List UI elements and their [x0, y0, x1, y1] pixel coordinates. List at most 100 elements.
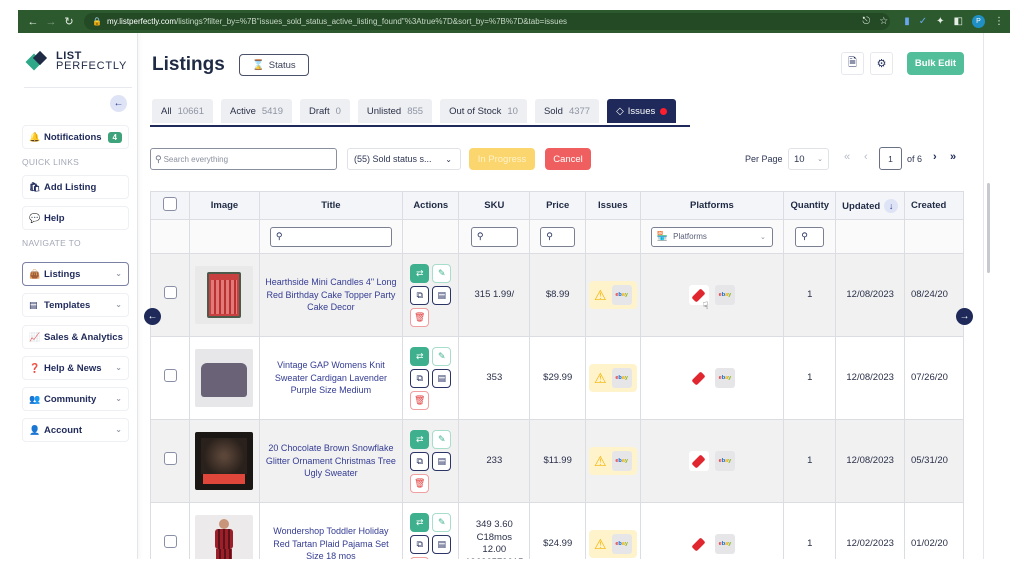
extensions-puzzle-icon[interactable]: ✦ [936, 16, 944, 27]
scroll-right-button[interactable]: → [956, 308, 973, 325]
back-icon[interactable]: ← [24, 16, 42, 28]
sold-tag-icon[interactable] [688, 534, 709, 554]
title-filter-input[interactable]: ⚲ [269, 226, 392, 247]
listing-thumbnail[interactable] [195, 515, 254, 559]
ebay-logo-icon[interactable]: ebay [714, 534, 735, 554]
edit-button[interactable]: ✎ [432, 263, 452, 283]
listing-title-link[interactable]: Wondershop Toddler Holiday Red Tartan Pl… [260, 525, 403, 559]
delete-button[interactable]: 🗑 [410, 556, 430, 559]
vertical-scrollbar[interactable] [986, 33, 992, 559]
sort-down-arrow-icon[interactable]: ↓ [884, 198, 899, 213]
table-row[interactable]: Hearthside Mini Candles 4" Long Red Birt… [150, 253, 964, 337]
column-header-sku[interactable]: SKU [458, 191, 531, 220]
row-checkbox[interactable] [163, 535, 177, 548]
issue-badge[interactable]: ⚠ e b a y [589, 364, 637, 392]
sidebar-item-listings[interactable]: 👜 Listings ⌄ [22, 262, 129, 286]
quantity-filter-input[interactable]: ⚲ [795, 226, 825, 247]
sold-tag-icon[interactable] [688, 451, 709, 471]
settings-button[interactable]: ⚙ [870, 52, 893, 75]
column-header-title[interactable]: Title [258, 191, 404, 220]
per-page-select[interactable]: 10 ⌄ [788, 148, 829, 170]
ebay-logo-icon[interactable]: ebay [714, 285, 735, 305]
column-header-updated[interactable]: Updated ↓ [835, 191, 905, 220]
crosslist-shuffle-button[interactable]: ⇄ [410, 346, 430, 366]
delete-button[interactable]: 🗑 [410, 473, 430, 493]
ebay-logo-icon[interactable]: ebay [714, 451, 735, 471]
listing-thumbnail[interactable] [195, 349, 254, 407]
listing-title-link[interactable]: Hearthside Mini Candles 4" Long Red Birt… [260, 276, 403, 314]
details-button[interactable]: ▤ [432, 368, 452, 388]
row-checkbox[interactable] [163, 286, 177, 299]
cancel-button[interactable]: Cancel [545, 148, 591, 170]
tab-unlisted[interactable]: Unlisted 855 [357, 99, 433, 123]
crosslist-shuffle-button[interactable]: ⇄ [410, 512, 430, 532]
crosslist-shuffle-button[interactable]: ⇄ [410, 429, 430, 449]
status-button[interactable]: ⌛ Status [239, 54, 309, 76]
sidebar-item-help-news[interactable]: ❓ Help & News ⌄ [22, 356, 129, 380]
tab-draft[interactable]: Draft 0 [300, 99, 350, 123]
row-checkbox[interactable] [163, 452, 177, 465]
crosslist-shuffle-button[interactable]: ⇄ [410, 263, 430, 283]
edit-button[interactable]: ✎ [432, 429, 452, 449]
duplicate-button[interactable]: ⧉ [410, 368, 430, 388]
delete-button[interactable]: 🗑 [410, 307, 430, 327]
delete-button[interactable]: 🗑 [410, 390, 430, 410]
sidebar-item-add-listing[interactable]: 🛍 Add Listing [22, 175, 129, 199]
issue-badge[interactable]: ⚠ e b a y [589, 530, 637, 558]
browser-menu-icon[interactable]: ⋮ [994, 16, 1004, 27]
search-input[interactable]: ⚲ Search everything [150, 148, 337, 170]
sidebar-item-notifications[interactable]: 🔔 Notifications 4 [22, 125, 129, 149]
bookmark-star-icon[interactable]: ☆ [879, 16, 888, 27]
details-button[interactable]: ▤ [432, 451, 452, 471]
duplicate-button[interactable]: ⧉ [410, 534, 430, 554]
ebay-logo-icon[interactable]: ebay [714, 368, 735, 388]
column-header-price[interactable]: Price [529, 191, 587, 220]
collapse-sidebar-button[interactable]: ← [110, 95, 127, 112]
side-panel-icon[interactable]: ◧ [954, 16, 963, 27]
column-header-created[interactable]: Created [903, 191, 964, 220]
listing-title-link[interactable]: Vintage GAP Womens Knit Sweater Cardigan… [260, 359, 403, 397]
export-csv-button[interactable]: 🗎 [841, 52, 864, 75]
table-row[interactable]: Vintage GAP Womens Knit Sweater Cardigan… [150, 336, 964, 420]
sidebar-item-community[interactable]: 👥 Community ⌄ [22, 387, 129, 411]
issue-badge[interactable]: ⚠ e b a y [589, 447, 637, 475]
extension-check-icon[interactable]: ✓ [919, 16, 927, 27]
duplicate-button[interactable]: ⧉ [410, 451, 430, 471]
scroll-left-button[interactable]: ← [144, 308, 161, 325]
listing-thumbnail[interactable] [195, 266, 254, 324]
last-page-button[interactable]: » [950, 151, 956, 163]
sidebar-item-account[interactable]: 👤 Account ⌄ [22, 418, 129, 442]
tab-sold[interactable]: Sold 4377 [534, 99, 600, 123]
row-checkbox[interactable] [163, 369, 177, 382]
edit-button[interactable]: ✎ [432, 512, 452, 532]
address-bar[interactable]: 🔒 my.listperfectly.com /listings?filter_… [84, 13, 891, 30]
tab-out-of-stock[interactable]: Out of Stock 10 [440, 99, 527, 123]
page-number-input[interactable]: 1 [879, 147, 902, 170]
listing-thumbnail[interactable] [195, 432, 254, 490]
table-row[interactable]: 20 Chocolate Brown Snowflake Glitter Orn… [150, 419, 964, 503]
first-page-button[interactable]: « [844, 151, 850, 163]
list-perfectly-logo[interactable]: LIST PERFECTLY [25, 51, 127, 72]
issue-badge[interactable]: ⚠ e b a y [589, 281, 637, 309]
table-row[interactable]: Wondershop Toddler Holiday Red Tartan Pl… [150, 502, 964, 559]
share-icon[interactable]: ⎋ [862, 16, 870, 27]
edit-button[interactable]: ✎ [432, 346, 452, 366]
price-filter-input[interactable]: ⚲ [540, 226, 576, 247]
tab-active[interactable]: Active 5419 [220, 99, 292, 123]
details-button[interactable]: ▤ [432, 534, 452, 554]
extension-doc-icon[interactable]: ▮ [904, 16, 910, 27]
sidebar-item-templates[interactable]: ▤ Templates ⌄ [22, 293, 129, 317]
sidebar-item-sales-analytics[interactable]: 📈 Sales & Analytics [22, 325, 129, 349]
sidebar-item-help[interactable]: 💬 Help [22, 206, 129, 230]
column-header-quantity[interactable]: Quantity [783, 191, 837, 220]
next-page-button[interactable]: › [933, 151, 937, 163]
in-progress-button[interactable]: In Progress [469, 148, 535, 170]
details-button[interactable]: ▤ [432, 285, 452, 305]
bulk-edit-button[interactable]: Bulk Edit [907, 52, 964, 75]
forward-icon[interactable]: → [42, 16, 60, 28]
reload-icon[interactable]: ↻ [60, 15, 78, 28]
platforms-filter-select[interactable]: 🏪 Platforms ⌄ [650, 226, 773, 247]
profile-avatar[interactable]: P [972, 15, 985, 28]
sku-filter-input[interactable]: ⚲ [470, 226, 518, 247]
issue-filter-select[interactable]: (55) Sold status s... ⌄ [347, 148, 461, 170]
